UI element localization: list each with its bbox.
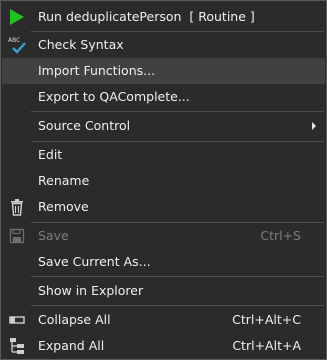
menu-item-label: Import Functions... bbox=[38, 63, 156, 78]
menu-item-show-in-explorer[interactable]: Show in Explorer bbox=[2, 278, 325, 304]
menu-item-run[interactable]: Run deduplicatePerson [ Routine ] bbox=[2, 4, 325, 30]
shortcut-label: Ctrl+Alt+A bbox=[232, 338, 301, 353]
menu-item-label: Remove bbox=[38, 199, 89, 214]
submenu-arrow-icon bbox=[312, 122, 316, 130]
menu-item-label: Check Syntax bbox=[38, 37, 124, 52]
menu-item-remove[interactable]: Remove bbox=[2, 194, 325, 220]
shortcut-label: Ctrl+Alt+C bbox=[232, 312, 301, 327]
menu-item-label: Rename bbox=[38, 173, 90, 188]
menu-item-export-qacomplete[interactable]: Export to QAComplete... bbox=[2, 84, 325, 110]
menu-item-expand-all[interactable]: Expand All Ctrl+Alt+A bbox=[2, 333, 325, 359]
menu-item-label: Source Control bbox=[38, 118, 131, 133]
expand-all-icon bbox=[7, 336, 27, 356]
run-icon bbox=[7, 7, 27, 27]
menu-item-edit[interactable]: Edit bbox=[2, 142, 325, 168]
menu-item-save[interactable]: Save Ctrl+S bbox=[2, 223, 325, 249]
check-syntax-icon: ABC bbox=[7, 35, 27, 55]
menu-item-label: Edit bbox=[38, 147, 63, 162]
menu-separator bbox=[31, 305, 324, 306]
menu-separator bbox=[31, 276, 324, 277]
menu-item-collapse-all[interactable]: Collapse All Ctrl+Alt+C bbox=[2, 307, 325, 333]
trash-icon bbox=[7, 197, 27, 217]
menu-item-label: Save bbox=[38, 228, 69, 243]
menu-item-check-syntax[interactable]: ABC Check Syntax bbox=[2, 32, 325, 58]
menu-item-label: Show in Explorer bbox=[38, 283, 144, 298]
menu-item-import-functions[interactable]: Import Functions... bbox=[2, 58, 325, 84]
shortcut-label: Ctrl+S bbox=[260, 228, 301, 243]
menu-item-rename[interactable]: Rename bbox=[2, 168, 325, 194]
menu-item-label: Export to QAComplete... bbox=[38, 89, 190, 104]
menu-item-label: Run deduplicatePerson [ Routine ] bbox=[38, 9, 255, 24]
save-icon bbox=[7, 226, 27, 246]
menu-item-source-control[interactable]: Source Control bbox=[2, 113, 325, 139]
svg-text:ABC: ABC bbox=[8, 37, 20, 44]
menu-item-label: Expand All bbox=[38, 338, 105, 353]
menu-item-label: Collapse All bbox=[38, 312, 111, 327]
context-menu: Run deduplicatePerson [ Routine ] ABC Ch… bbox=[0, 0, 327, 360]
menu-item-save-current-as[interactable]: Save Current As... bbox=[2, 249, 325, 275]
menu-item-label: Save Current As... bbox=[38, 254, 151, 269]
collapse-all-icon bbox=[7, 310, 27, 330]
menu-separator bbox=[31, 111, 324, 112]
